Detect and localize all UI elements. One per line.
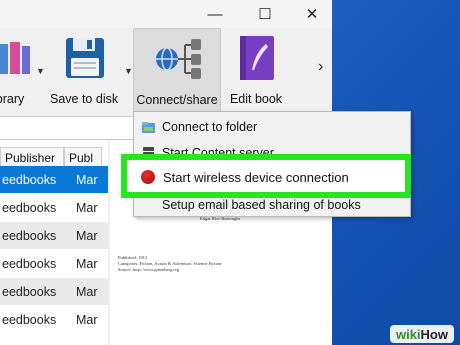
table-row[interactable]: eedbooks Mar [0,166,108,193]
wikihow-watermark: wiki How [389,325,454,343]
edit-book-icon [240,36,274,80]
table-row[interactable]: eedbooks Mar [0,222,108,249]
table-row[interactable]: eedbooks Mar [0,278,108,305]
menu-item-connect-to-folder[interactable]: Connect to folder [134,114,410,140]
table-row[interactable]: eedbooks Mar [0,194,108,221]
title-bar: — ☐ ✕ [0,0,332,28]
books-table: Publisher Publ eedbooks Mar eedbooks Mar… [0,140,108,345]
red-dot-icon [141,170,155,184]
book-metadata: Published: 1912 Categories: Fiction, Act… [118,255,222,272]
connect-share-label: Connect/share [136,93,218,107]
library-icon [0,42,30,74]
edit-book-button[interactable]: Edit book [225,28,287,114]
library-label: brary [0,92,25,106]
library-button[interactable]: brary [0,28,40,114]
library-dropdown-icon[interactable]: ▼ [36,66,46,76]
toolbar: brary ▼ Save to disk ▼ [0,28,332,117]
table-row[interactable]: eedbooks Mar [0,306,108,333]
toolbar-overflow-icon[interactable]: › [318,58,323,76]
save-to-disk-button[interactable]: Save to disk [50,28,118,114]
edit-book-label: Edit book [229,92,283,106]
table-row[interactable]: eedbooks Mar [0,250,108,277]
folder-icon [142,121,155,133]
maximize-button[interactable]: ☐ [245,0,285,28]
save-to-disk-label: Save to disk [50,92,119,106]
floppy-disk-icon [66,38,104,78]
connect-share-button[interactable]: Connect/share [133,28,221,116]
minimize-button[interactable]: — [195,0,235,28]
menu-item-start-wireless-device-connection[interactable]: Start wireless device connection [121,154,411,198]
network-globe-icon [156,39,201,79]
close-button[interactable]: ✕ [292,0,332,28]
